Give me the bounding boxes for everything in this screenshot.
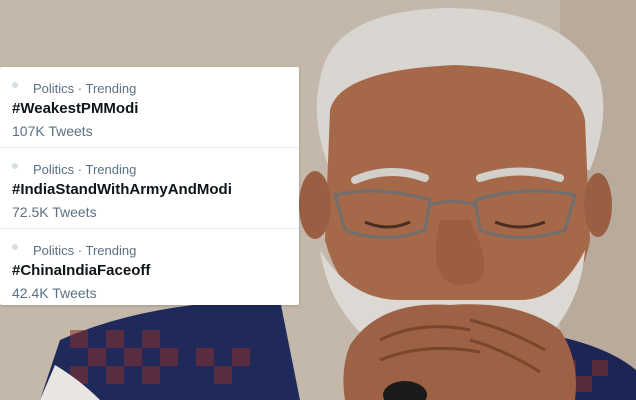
trend-tweet-count: 42.4K Tweets xyxy=(12,285,97,301)
more-icon xyxy=(12,244,18,250)
trend-category: Politics · Trending xyxy=(33,243,137,258)
trend-category: Politics · Trending xyxy=(33,162,137,177)
trends-panel: Politics · Trending #WeakestPMModi 107K … xyxy=(0,67,299,305)
trend-tweet-count: 107K Tweets xyxy=(12,123,93,139)
trend-item[interactable]: Politics · Trending #WeakestPMModi 107K … xyxy=(0,67,299,148)
trend-hashtag[interactable]: #WeakestPMModi xyxy=(12,100,138,117)
trend-item[interactable]: Politics · Trending #ChinaIndiaFaceoff 4… xyxy=(0,229,299,305)
trend-category: Politics · Trending xyxy=(33,81,137,96)
trend-item[interactable]: Politics · Trending #IndiaStandWithArmyA… xyxy=(0,148,299,229)
more-icon xyxy=(12,163,18,169)
more-icon xyxy=(12,82,18,88)
trend-tweet-count: 72.5K Tweets xyxy=(12,204,97,220)
trend-hashtag[interactable]: #ChinaIndiaFaceoff xyxy=(12,262,150,279)
trend-hashtag[interactable]: #IndiaStandWithArmyAndModi xyxy=(12,181,232,198)
